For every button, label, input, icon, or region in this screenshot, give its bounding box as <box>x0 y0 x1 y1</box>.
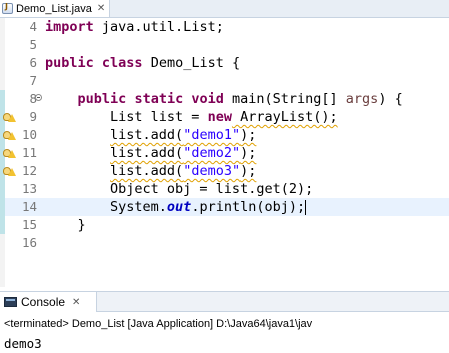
code-token: List list = <box>45 109 208 125</box>
line-number: 6 <box>29 55 37 70</box>
code-line[interactable]: 8 public static void main(String[] args)… <box>0 90 449 108</box>
code-token: main(String[] <box>223 91 346 107</box>
code-token: ArrayList(); <box>231 109 338 125</box>
close-icon[interactable]: ✕ <box>72 297 80 308</box>
line-number: 8 <box>29 91 37 106</box>
code-line[interactable]: 6 public class Demo_List { <box>0 54 449 72</box>
code-token: list.add( <box>110 145 184 161</box>
line-number: 16 <box>21 235 37 250</box>
code-token: Object obj = list.get(2); <box>45 181 314 197</box>
line-number: 10 <box>21 127 37 142</box>
code-token: ) { <box>378 91 403 107</box>
code-token: new <box>207 109 232 125</box>
code-token: out <box>166 199 192 215</box>
tab-console[interactable]: Console ✕ <box>0 292 97 312</box>
code-line[interactable]: 11 list.add("demo2"); <box>0 144 449 162</box>
code-line[interactable]: 13 Object obj = list.get(2); <box>0 180 449 198</box>
text-caret <box>305 199 307 215</box>
code-token: "demo3" <box>183 163 241 179</box>
code-line[interactable]: 7 <box>0 72 449 90</box>
line-number: 7 <box>29 73 37 88</box>
code-line[interactable]: 9 List list = new ArrayList(); <box>0 108 449 126</box>
change-bar <box>0 216 5 234</box>
code-text: list.add("demo3"); <box>45 162 256 180</box>
line-number: 15 <box>21 217 37 232</box>
code-token: import <box>45 19 94 35</box>
code-line[interactable]: 16 <box>0 234 449 252</box>
change-bar <box>0 180 5 198</box>
editor-tab-bar: Demo_List.java ✕ <box>0 0 449 18</box>
code-token: java.util.List; <box>93 19 224 35</box>
console-tab-bar: Console ✕ <box>0 291 449 312</box>
code-text: List list = new ArrayList(); <box>45 108 338 126</box>
code-line[interactable]: 14 System.out.println(obj); <box>0 198 449 216</box>
code-token: "demo2" <box>183 145 241 161</box>
code-text: System.out.println(obj); <box>45 198 307 216</box>
code-token: static <box>134 91 184 107</box>
code-line[interactable]: 4 import java.util.List; <box>0 18 449 36</box>
code-token: Demo_List { <box>142 55 241 71</box>
code-token: ); <box>240 145 257 161</box>
code-text: list.add("demo1"); <box>45 126 256 144</box>
code-token: void <box>191 91 224 107</box>
code-token: } <box>45 217 86 233</box>
fold-collapse-icon[interactable] <box>35 94 42 101</box>
code-token: list.add( <box>110 163 184 179</box>
line-number: 13 <box>21 181 37 196</box>
code-line[interactable]: 10 list.add("demo1"); <box>0 126 449 144</box>
code-text: public static void main(String[] args) { <box>45 90 403 108</box>
code-token: args <box>345 91 379 107</box>
code-line[interactable]: 15 } <box>0 216 449 234</box>
console-tab-label: Console <box>21 295 66 309</box>
console-icon <box>4 297 17 307</box>
change-bar <box>0 198 5 216</box>
code-text: import java.util.List; <box>45 18 224 36</box>
editor-tab-demo-list[interactable]: Demo_List.java ✕ <box>0 0 110 17</box>
code-token: public <box>77 91 127 107</box>
code-token: ); <box>240 163 257 179</box>
console-status: <terminated> Demo_List [Java Application… <box>4 318 313 330</box>
code-line[interactable]: 12 list.add("demo3"); <box>0 162 449 180</box>
line-number: 11 <box>21 145 37 160</box>
code-editor[interactable]: 4 import java.util.List; 5 6 public class De… <box>0 18 449 287</box>
code-text: } <box>45 216 86 234</box>
line-number: 9 <box>29 109 37 124</box>
close-icon[interactable]: ✕ <box>97 3 105 14</box>
code-token: ); <box>240 127 257 143</box>
change-bar <box>0 90 5 108</box>
code-token: list.add( <box>110 127 184 143</box>
code-text: public class Demo_List { <box>45 54 240 72</box>
code-line[interactable]: 5 <box>0 36 449 54</box>
editor-tab-label: Demo_List.java <box>16 2 92 15</box>
code-token: "demo1" <box>183 127 241 143</box>
code-token: System. <box>45 199 167 215</box>
console-output[interactable]: demo3 <box>4 336 42 352</box>
line-number: 4 <box>29 19 37 34</box>
line-number: 12 <box>21 163 37 178</box>
code-text: list.add("demo2"); <box>45 144 256 162</box>
code-token: class <box>101 55 143 71</box>
code-token: .println(obj); <box>191 199 306 215</box>
line-number: 14 <box>21 199 37 214</box>
code-text: Object obj = list.get(2); <box>45 180 313 198</box>
line-number: 5 <box>29 37 37 52</box>
code-token: public <box>45 55 94 71</box>
java-file-icon <box>2 2 13 14</box>
